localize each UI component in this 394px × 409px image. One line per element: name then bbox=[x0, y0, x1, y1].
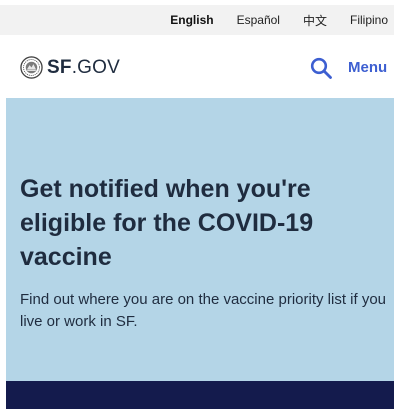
hero-banner: Get notified when you're eligible for th… bbox=[6, 98, 394, 381]
language-chinese[interactable]: 中文 bbox=[303, 12, 327, 29]
logo-gov-text: .GOV bbox=[71, 57, 120, 78]
city-seal-icon bbox=[20, 56, 43, 79]
sf-gov-logo[interactable]: SF.GOV bbox=[20, 56, 120, 79]
language-bar: English Español 中文 Filipino bbox=[0, 5, 394, 35]
hero-title: Get notified when you're eligible for th… bbox=[20, 175, 314, 271]
language-espanol[interactable]: Español bbox=[237, 13, 280, 27]
site-header: SF.GOV Menu bbox=[0, 35, 394, 98]
navy-section-band bbox=[6, 381, 394, 409]
sf-gov-wordmark: SF.GOV bbox=[47, 56, 120, 79]
menu-button[interactable]: Menu bbox=[348, 59, 387, 76]
search-icon[interactable] bbox=[309, 56, 333, 80]
logo-sf-text: SF bbox=[47, 57, 72, 78]
language-filipino[interactable]: Filipino bbox=[350, 13, 388, 27]
hero-subtitle: Find out where you are on the vaccine pr… bbox=[20, 291, 387, 330]
language-english[interactable]: English bbox=[170, 13, 213, 27]
